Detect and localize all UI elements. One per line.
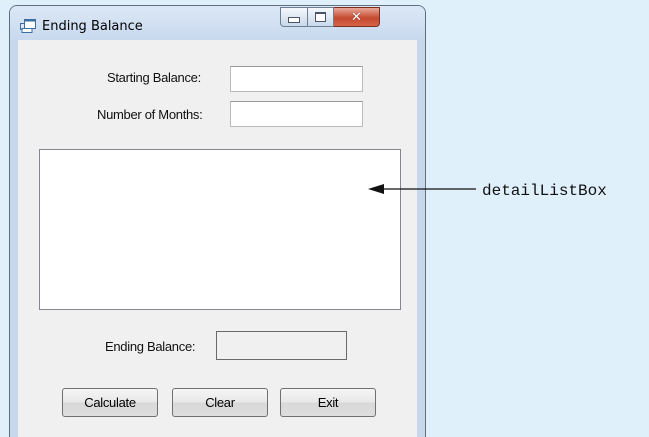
exit-button[interactable]: Exit	[280, 388, 376, 417]
maximize-icon	[315, 12, 326, 22]
window-title: Ending Balance	[42, 19, 143, 34]
title-bar[interactable]: Ending Balance ✕	[10, 6, 425, 40]
arrow-left-icon	[368, 184, 476, 194]
minimize-button[interactable]	[280, 7, 308, 27]
annotation-label: detailListBox	[482, 182, 607, 200]
caption-buttons: ✕	[280, 7, 380, 29]
close-button[interactable]: ✕	[334, 7, 380, 27]
number-of-months-label: Number of Months:	[97, 107, 203, 122]
ending-balance-label: Ending Balance:	[105, 339, 196, 354]
starting-balance-label: Starting Balance:	[107, 70, 201, 85]
app-window: Ending Balance ✕ Starting Balance: Numbe…	[9, 5, 426, 437]
ending-balance-output	[216, 331, 347, 360]
detail-list-box[interactable]	[39, 149, 401, 310]
client-area: Starting Balance: Number of Months: Endi…	[18, 40, 417, 437]
calculate-button[interactable]: Calculate	[62, 388, 158, 417]
number-of-months-input[interactable]	[230, 101, 363, 127]
minimize-icon	[288, 17, 300, 23]
starting-balance-input[interactable]	[230, 66, 363, 92]
maximize-button[interactable]	[308, 7, 334, 27]
clear-button[interactable]: Clear	[172, 388, 268, 417]
app-window-icon	[20, 19, 36, 33]
close-icon: ✕	[351, 9, 362, 25]
